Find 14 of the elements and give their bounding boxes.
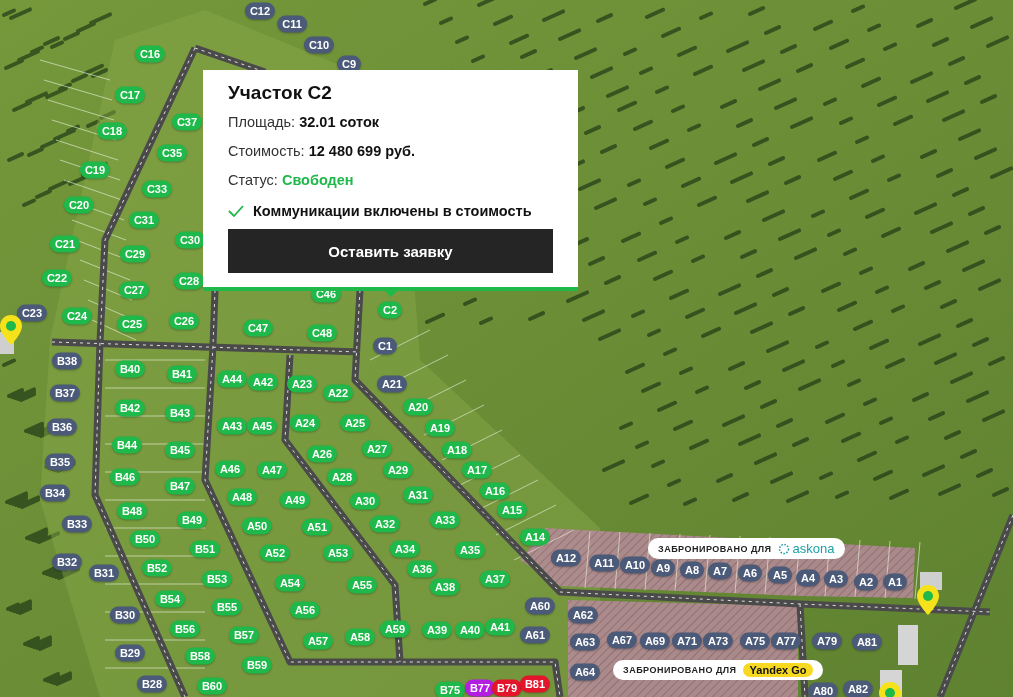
popup-info-line: Площадь: 32.01 соток bbox=[228, 113, 381, 132]
submit-request-button[interactable]: Оставить заявку bbox=[228, 229, 553, 273]
brand-logo: Yandex Go bbox=[742, 663, 814, 677]
feature-text: Коммуникации включены в стоимость bbox=[253, 203, 532, 219]
reserved-text: ЗАБРОНИРОВАНО ДЛЯ bbox=[623, 665, 737, 675]
popup-title: Участок C2 bbox=[228, 82, 333, 104]
reserved-text: ЗАБРОНИРОВАНО ДЛЯ bbox=[658, 543, 772, 554]
brand-logo: askona bbox=[777, 541, 835, 556]
map-pin-icon[interactable] bbox=[0, 315, 22, 345]
plot-label[interactable]: A11 bbox=[589, 554, 619, 572]
popup-info-line: Статус: Свободен bbox=[228, 171, 355, 190]
plot-label[interactable]: C11 bbox=[277, 15, 307, 33]
map-pin-icon[interactable] bbox=[917, 585, 939, 615]
popup-info-line: Стоимость: 12 480 699 руб. bbox=[228, 142, 416, 161]
